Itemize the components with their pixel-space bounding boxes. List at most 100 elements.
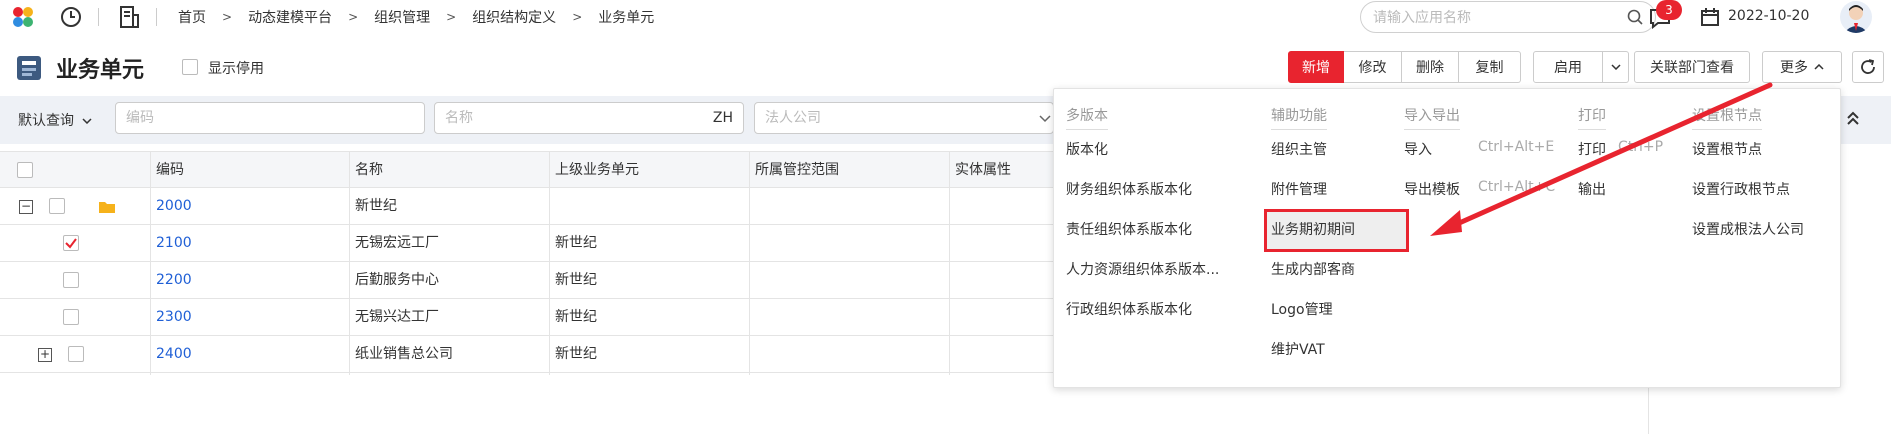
menu-shortcut: Ctrl+P xyxy=(1618,139,1664,155)
column-header-entity-attr[interactable]: 实体属性 xyxy=(955,152,1011,189)
column-divider xyxy=(150,151,151,375)
cell-name: 无锡兴达工厂 xyxy=(355,309,439,325)
row-checkbox[interactable] xyxy=(68,346,84,362)
row-checkbox[interactable] xyxy=(63,309,79,325)
refresh-button[interactable] xyxy=(1852,51,1884,83)
table-row[interactable]: +2400 纸业销售总公司 新世纪 xyxy=(0,336,1100,373)
cell-code[interactable]: 2100 xyxy=(156,225,192,262)
menu-item[interactable]: 财务组织体系版本化 xyxy=(1066,179,1192,199)
column-header-name[interactable]: 名称 xyxy=(355,152,383,189)
table-row[interactable]: 2200 后勤服务中心 新世纪 xyxy=(0,262,1100,299)
menu-item[interactable]: 维护VAT xyxy=(1271,339,1325,359)
notification-badge: 3 xyxy=(1656,0,1682,20)
cell-parent: 新世纪 xyxy=(555,309,597,325)
copy-button[interactable]: 复制 xyxy=(1459,51,1521,83)
folder-icon xyxy=(99,202,115,213)
menu-item[interactable]: 责任组织体系版本化 xyxy=(1066,219,1192,239)
table-row[interactable]: 2300 无锡兴达工厂 新世纪 xyxy=(0,299,1100,336)
table-header-row: 编码 名称 上级业务单元 所属管控范围 实体属性 xyxy=(0,151,1100,188)
edit-button[interactable]: 修改 xyxy=(1344,51,1402,83)
menu-item[interactable]: 附件管理 xyxy=(1271,179,1327,199)
history-clock-icon[interactable] xyxy=(60,6,82,28)
more-actions-dropdown: 多版本版本化财务组织体系版本化 责任组织体系版本化人力资源组织体系版本... 行政组… xyxy=(1053,88,1841,388)
column-header-code[interactable]: 编码 xyxy=(156,152,184,189)
column-header-control-scope[interactable]: 所属管控范围 xyxy=(755,152,839,189)
row-checkbox[interactable] xyxy=(63,272,79,288)
menu-item[interactable]: 设置成根法人公司 xyxy=(1692,219,1804,239)
more-button[interactable]: 更多 xyxy=(1762,51,1842,83)
divider xyxy=(98,8,99,26)
menu-group-header: 多版本 xyxy=(1066,105,1108,130)
search-placeholder: 请输入应用名称 xyxy=(1373,10,1471,26)
code-filter-input[interactable]: 编码 xyxy=(115,102,425,134)
menu-item[interactable]: 输出 xyxy=(1578,179,1606,199)
menu-item[interactable]: 行政组织体系版本化 xyxy=(1066,299,1192,319)
breadcrumb-org-management[interactable]: 组织管理 xyxy=(374,7,430,27)
breadcrumb-org-structure[interactable]: 组织结构定义 xyxy=(472,7,556,27)
query-scheme-select[interactable]: 默认查询 xyxy=(18,110,92,130)
menu-item[interactable]: Logo管理 xyxy=(1271,299,1333,319)
row-checkbox[interactable] xyxy=(63,235,79,251)
collapse-icon[interactable]: − xyxy=(19,200,33,214)
menu-item[interactable]: 组织主管 xyxy=(1271,139,1327,159)
avatar-person-icon xyxy=(1844,5,1868,33)
business-unit-icon xyxy=(17,56,41,80)
breadcrumb-home[interactable]: 首页 xyxy=(178,7,206,27)
top-bar: 首页 > 动态建模平台 > 组织管理 > 组织结构定义 > 业务单元 请输入应用… xyxy=(0,0,1891,34)
menu-item[interactable]: 打印 xyxy=(1578,139,1606,159)
enable-dropdown-button[interactable] xyxy=(1603,51,1629,83)
table-row[interactable]: 2100 无锡宏远工厂 新世纪 xyxy=(0,225,1100,262)
linked-dept-button[interactable]: 关联部门查看 xyxy=(1634,51,1750,83)
cell-code[interactable]: 2200 xyxy=(156,262,192,299)
row-checkbox[interactable] xyxy=(49,198,65,214)
cell-parent: 新世纪 xyxy=(555,235,597,251)
more-label: 更多 xyxy=(1780,60,1808,76)
legal-company-filter-input[interactable]: 法人公司 xyxy=(754,102,1054,134)
menu-item[interactable]: 导入 xyxy=(1404,139,1432,159)
cell-code[interactable]: 2400 xyxy=(156,336,192,373)
delete-button[interactable]: 删除 xyxy=(1402,51,1459,83)
expand-icon[interactable]: + xyxy=(38,348,52,362)
menu-group-header: 导入导出 xyxy=(1404,105,1460,130)
menu-item[interactable]: 业务期初期间 xyxy=(1271,219,1355,239)
current-date: 2022-10-20 xyxy=(1728,8,1810,24)
refresh-icon xyxy=(1861,59,1875,74)
menu-group-header: 辅助功能 xyxy=(1271,105,1327,130)
search-icon[interactable] xyxy=(1627,9,1643,25)
app-search-input[interactable]: 请输入应用名称 xyxy=(1360,1,1656,33)
new-button[interactable]: 新增 xyxy=(1288,51,1344,83)
enable-button[interactable]: 启用 xyxy=(1533,51,1603,83)
menu-item[interactable]: 导出模板 xyxy=(1404,179,1460,199)
breadcrumb-platform[interactable]: 动态建模平台 xyxy=(248,7,332,27)
column-divider xyxy=(949,151,950,375)
column-header-parent[interactable]: 上级业务单元 xyxy=(555,152,639,189)
cell-code[interactable]: 2000 xyxy=(156,188,192,225)
breadcrumb: 首页 > 动态建模平台 > 组织管理 > 组织结构定义 > 业务单元 xyxy=(178,7,654,27)
select-all-checkbox[interactable] xyxy=(17,162,33,178)
menu-item[interactable]: 设置根节点 xyxy=(1692,139,1762,159)
chevron-down-icon xyxy=(82,118,92,125)
language-toggle[interactable]: ZH xyxy=(713,103,733,133)
document-icon[interactable] xyxy=(118,5,140,29)
divider xyxy=(156,8,157,26)
cell-name: 无锡宏远工厂 xyxy=(355,235,439,251)
chevron-right-icon: > xyxy=(572,10,583,24)
column-divider xyxy=(749,151,750,375)
collapse-double-chevron-icon[interactable] xyxy=(1845,110,1861,126)
table-row[interactable]: − 2000 新世纪 xyxy=(0,188,1100,225)
cell-name: 纸业销售总公司 xyxy=(355,346,453,362)
menu-item[interactable]: 版本化 xyxy=(1066,139,1108,159)
chevron-right-icon: > xyxy=(222,10,233,24)
menu-item[interactable]: 设置行政根节点 xyxy=(1692,179,1790,199)
cell-parent: 新世纪 xyxy=(555,272,597,288)
app-logo-icon[interactable] xyxy=(10,4,36,30)
name-filter-input[interactable]: 名称 ZH xyxy=(434,102,744,134)
user-avatar[interactable] xyxy=(1840,1,1872,33)
show-disabled-checkbox[interactable] xyxy=(182,59,198,75)
menu-item[interactable]: 人力资源组织体系版本... xyxy=(1066,259,1219,279)
chevron-down-icon[interactable] xyxy=(1039,115,1051,123)
cell-code[interactable]: 2300 xyxy=(156,299,192,336)
calendar-icon[interactable] xyxy=(1700,7,1720,27)
menu-item[interactable]: 生成内部客商 xyxy=(1271,259,1355,279)
column-divider xyxy=(349,151,350,375)
